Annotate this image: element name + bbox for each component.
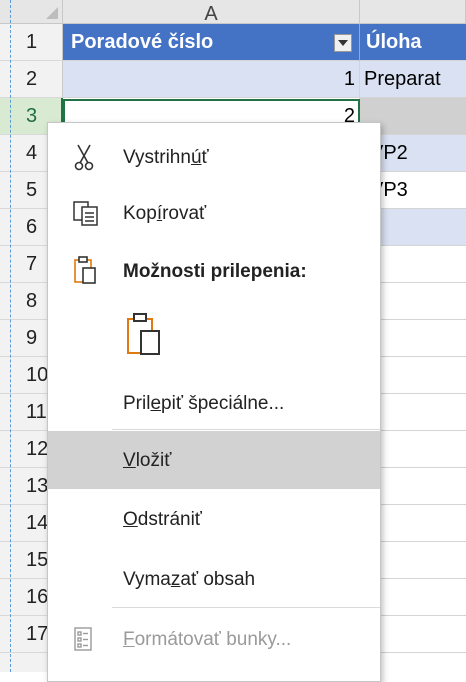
menu-separator [112,607,380,608]
paste-button[interactable] [120,305,170,363]
copy-icon [72,199,102,233]
table-header-cell[interactable]: Úloha [360,24,466,61]
table-header-cell[interactable]: Poradové číslo [63,24,360,61]
copy-marquee-border [10,0,11,672]
table-cell[interactable]: Preparat [360,61,466,98]
menu-item-cut[interactable]: Vystrihnúť [48,135,380,179]
paste-options-heading: Možnosti prilepenia: [48,249,380,293]
format-cells-icon [72,625,96,659]
column-header-b[interactable] [360,0,466,24]
table-cell[interactable]: 1 [63,61,360,98]
scissors-icon [72,143,96,177]
context-menu: Vystrihnúť Kopírovať Možnosti prilepenia… [47,122,381,682]
menu-item-clear-contents[interactable]: Vymazať obsah [48,559,380,603]
menu-item-copy[interactable]: Kopírovať [48,191,380,235]
clipboard-paste-icon [124,311,166,363]
filter-dropdown-icon[interactable] [334,34,352,52]
menu-item-format-cells[interactable]: Formátovať bunky... [48,617,380,661]
menu-item-delete[interactable]: Odstrániť [48,497,380,541]
clipboard-icon [72,255,98,291]
menu-item-paste-special[interactable]: Prilepiť špeciálne... [48,381,380,425]
column-header-a[interactable]: A [63,0,360,24]
menu-separator [112,429,380,430]
menu-item-insert[interactable]: Vložiť [48,431,380,489]
